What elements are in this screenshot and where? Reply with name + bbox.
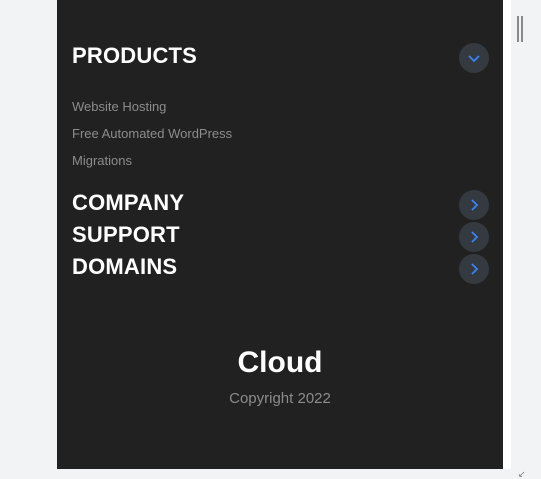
scrollbar-thumb[interactable] — [517, 16, 523, 42]
domains-toggle-button[interactable] — [459, 254, 489, 284]
company-heading[interactable]: COMPANY — [72, 190, 184, 216]
page-gutter — [0, 0, 57, 478]
vertical-scrollbar[interactable] — [511, 0, 530, 469]
support-toggle-button[interactable] — [459, 222, 489, 252]
footer-brand-logo[interactable]: Cloud — [57, 346, 503, 380]
products-link-free-automated-wordpress[interactable]: Free Automated WordPress — [72, 126, 232, 142]
domains-heading[interactable]: DOMAINS — [72, 254, 177, 280]
chevron-down-icon — [468, 55, 480, 63]
window-bottom-edge — [57, 469, 541, 478]
products-toggle-button[interactable] — [459, 43, 489, 73]
chevron-right-icon — [471, 199, 479, 211]
page-background — [503, 0, 511, 469]
chevron-right-icon — [471, 263, 479, 275]
products-link-migrations[interactable]: Migrations — [72, 153, 132, 169]
copyright-text: Copyright 2022 — [229, 390, 331, 407]
products-heading[interactable]: PRODUCTS — [72, 43, 197, 69]
chevron-right-icon — [471, 231, 479, 243]
products-link-website-hosting[interactable]: Website Hosting — [72, 99, 166, 115]
support-heading[interactable]: SUPPORT — [72, 222, 180, 248]
resize-grip-icon[interactable]: ↙ — [518, 470, 527, 479]
company-toggle-button[interactable] — [459, 190, 489, 220]
